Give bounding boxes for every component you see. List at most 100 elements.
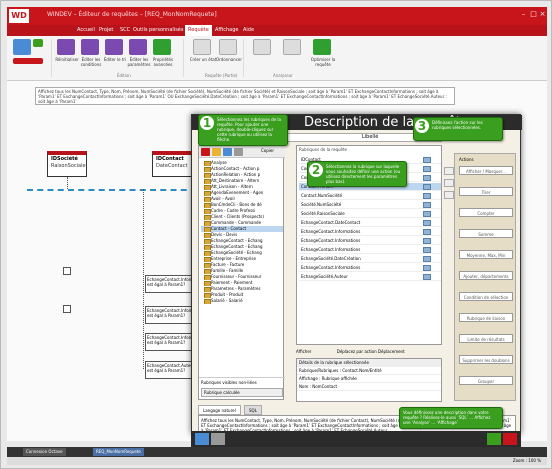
report-icon[interactable] [193, 39, 211, 55]
action-button[interactable]: Somme [459, 229, 513, 238]
menu-item-accueil[interactable]: Accueil [77, 27, 95, 33]
action-button[interactable]: Moyenne, Max, Min [459, 250, 513, 259]
conditions-icon[interactable] [81, 39, 99, 55]
condition-node[interactable]: EchangeContact.Informations est égal à P… [145, 333, 206, 351]
options-icon[interactable] [234, 148, 243, 156]
delete-icon[interactable] [13, 58, 43, 64]
params-icon[interactable] [129, 39, 147, 55]
optimize-icon[interactable] [313, 39, 331, 55]
reinit-icon[interactable] [57, 39, 75, 55]
action-button[interactable]: Compter [459, 208, 513, 217]
prop-row[interactable]: Rubrique/Rubriques : Contact.Nom/Entité [297, 367, 441, 375]
checkbox-icon[interactable] [423, 238, 431, 244]
maximize-icon[interactable]: □ [529, 10, 538, 19]
action-button[interactable]: Supprimer les doublons [459, 355, 513, 364]
checkbox-icon[interactable] [423, 229, 431, 235]
checkbox-icon[interactable] [423, 157, 431, 163]
field-row-label: EchangeSociété.DateCréation [301, 256, 361, 261]
tree-footer: Rubriques visibles non-liées Rubrique ca… [199, 377, 285, 399]
tab-sql[interactable]: SQL [244, 405, 262, 415]
btn-properties-label[interactable]: Propriétés avancées [149, 57, 177, 67]
analysis-tree[interactable]: Analyse ActionContact - Action p ActionRel… [201, 160, 283, 380]
checkbox-icon[interactable] [423, 166, 431, 172]
checkbox-icon[interactable] [423, 211, 431, 217]
document-tabs: Connexion Octave REQ_MonNomRequete [7, 447, 547, 457]
fields-footer: Afficher Déplacez par action Déplacement [296, 347, 442, 357]
action-button[interactable]: Condition de sélection [459, 292, 513, 301]
add-icon[interactable] [33, 39, 43, 47]
action-button[interactable]: Grouper [459, 376, 513, 385]
btn-schedule-label[interactable]: Ordonnancer [215, 57, 243, 62]
action-button[interactable]: Ajouter, départements [459, 271, 513, 280]
properties-icon[interactable] [153, 39, 171, 55]
chart-icon[interactable] [253, 39, 271, 55]
tab-natural-language[interactable]: Langage naturel [198, 405, 241, 415]
help-bubble-4: Vous définissez une description dans vot… [399, 407, 503, 429]
doc-tab[interactable]: Connexion Octave [23, 448, 66, 456]
cancel-button[interactable] [503, 433, 517, 445]
field-row[interactable]: EchangeContact.Informations [299, 264, 441, 272]
checkbox-icon[interactable] [423, 184, 431, 190]
btn-report-label[interactable]: Créer un état [189, 57, 217, 62]
btn-optimize-label[interactable]: Optimiser la requête [309, 57, 337, 67]
folder-icon[interactable] [212, 148, 221, 156]
checkbox-icon[interactable] [423, 256, 431, 262]
condition-node[interactable]: EchangeContact.Auteur est égal à Param1? [145, 361, 197, 379]
action-button[interactable]: Rubrique de liaison [459, 313, 513, 322]
menu-item-aide[interactable]: Aide [243, 27, 254, 33]
field-row[interactable]: Contact.NumSociété [299, 192, 441, 200]
checkbox-icon[interactable] [423, 175, 431, 181]
action-button[interactable]: Trier [459, 187, 513, 196]
doc-tab-active[interactable]: REQ_MonNomRequete [93, 448, 144, 456]
options-icon[interactable] [211, 433, 225, 445]
menu-item-projet[interactable]: Projet [99, 27, 113, 33]
menu-item-requete[interactable]: Requête [185, 25, 212, 36]
checkbox-icon[interactable] [423, 220, 431, 226]
field-row[interactable]: Société.NumSociété [299, 201, 441, 209]
action-button[interactable]: Afficher / Masquer... [459, 166, 513, 175]
field-row[interactable]: EchangeSociété.Auteur [299, 273, 441, 281]
checkbox-icon[interactable] [423, 265, 431, 271]
filter-icon[interactable] [201, 148, 210, 156]
checkbox-icon[interactable] [423, 274, 431, 280]
arrow-top-icon[interactable] [444, 191, 454, 199]
field-row[interactable]: EchangeSociété.DateCréation [299, 255, 441, 263]
checkbox-icon[interactable] [423, 193, 431, 199]
sort-icon[interactable] [105, 39, 123, 55]
tree-item[interactable]: Salarié - Salarié [201, 298, 283, 304]
close-icon[interactable]: × [538, 10, 547, 19]
checkbox-icon[interactable] [423, 247, 431, 253]
prop-row[interactable]: Affichage : Rubrique affichée [297, 375, 441, 383]
field-row[interactable]: EchangeContact.Informations [299, 237, 441, 245]
condition-node[interactable]: EchangeContact.Informations est égal à P… [145, 306, 206, 324]
copy-button[interactable]: Copier [261, 148, 274, 153]
condition-node[interactable]: EchangeContact.Informations est égal à P… [145, 275, 206, 293]
arrow-down-icon[interactable] [444, 179, 454, 187]
label-button[interactable]: Libellé [362, 134, 378, 140]
prop-row[interactable]: Nom : NomContact [297, 383, 441, 391]
app-logo: WD [9, 9, 29, 23]
menu-item-outils[interactable]: Outils personnalisés [133, 27, 183, 33]
table-node-societe[interactable]: IDSociété RaisonSociale [47, 151, 87, 177]
field-row[interactable]: EchangeContact.Informations [299, 246, 441, 254]
field-row[interactable]: EchangeContact.DateContact [299, 219, 441, 227]
action-button[interactable]: Limite de résultats [459, 334, 513, 343]
view-icon[interactable] [223, 148, 232, 156]
join-node[interactable] [63, 267, 71, 275]
help-icon[interactable] [195, 433, 209, 445]
field-row[interactable]: EchangeContact.Informations [299, 228, 441, 236]
menu-item-scc[interactable]: SCC [120, 27, 130, 33]
field-row[interactable]: Société.RaisonSociale [299, 210, 441, 218]
status-bar: Zoom : 100 % [7, 457, 547, 465]
grid-icon[interactable] [283, 39, 301, 55]
arrow-up-icon[interactable] [444, 167, 454, 175]
ok-button[interactable] [487, 433, 501, 445]
new-icon[interactable] [13, 39, 31, 55]
menu-item-affichage[interactable]: Affichage [215, 27, 239, 33]
schedule-icon[interactable] [219, 39, 237, 55]
checkbox-icon[interactable] [423, 202, 431, 208]
join-node[interactable] [63, 305, 71, 313]
minimize-icon[interactable]: – [519, 10, 528, 19]
display-toggle[interactable]: Afficher [296, 349, 311, 354]
calculated-field-button[interactable]: Rubrique calculée [201, 388, 283, 397]
